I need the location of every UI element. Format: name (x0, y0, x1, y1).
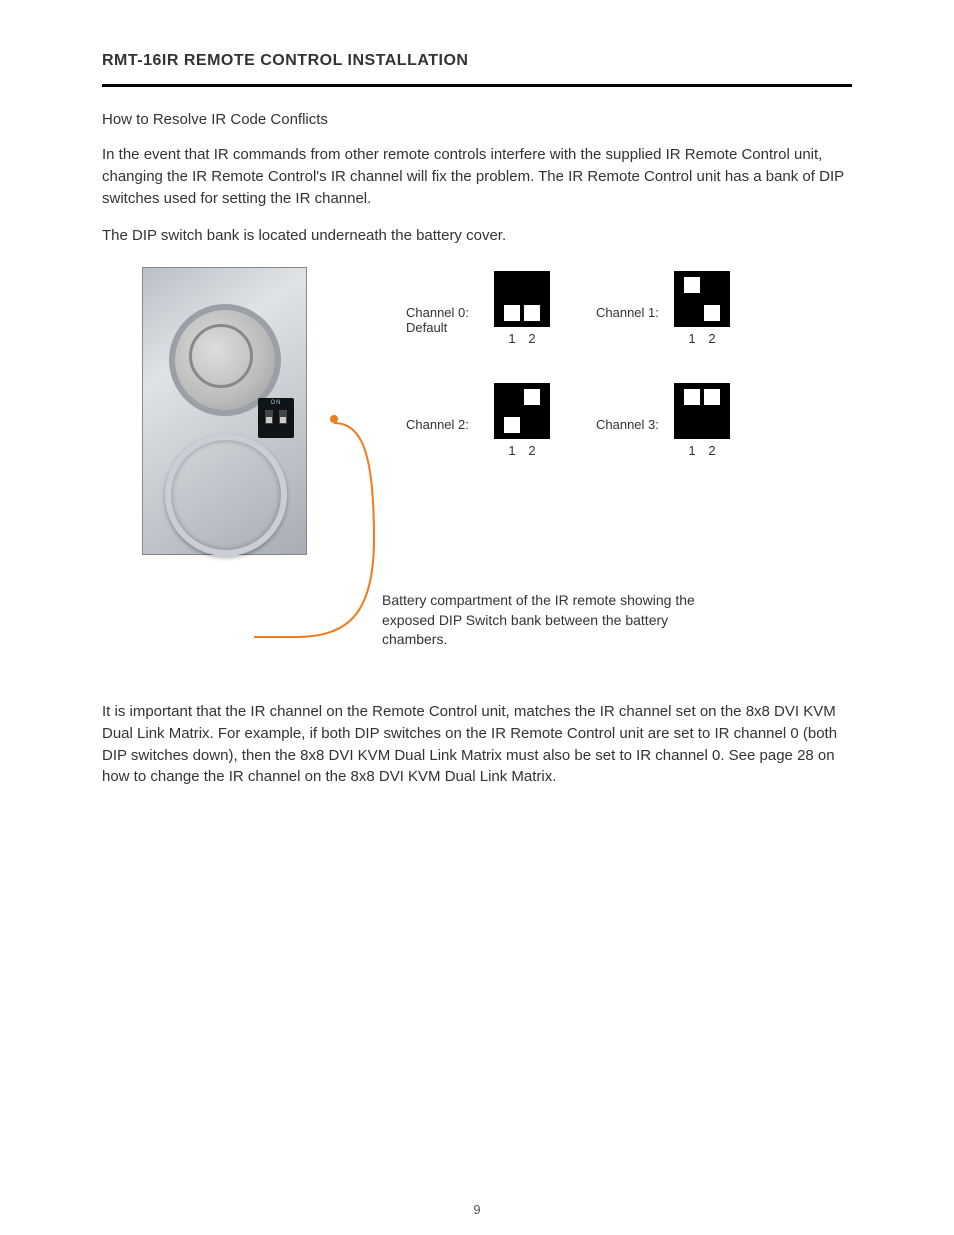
page-header-title: RMT-16IR REMOTE CONTROL INSTALLATION (102, 52, 852, 70)
header-rule (102, 84, 852, 87)
callout-dot-icon (330, 415, 338, 423)
channel-3-numbers: 12 (674, 443, 730, 458)
channel-2-label: Channel 2: (406, 417, 469, 432)
remote-battery-photo: ON (142, 267, 307, 555)
channel-3-dip-diagram (674, 383, 730, 439)
channel-2-numbers: 12 (494, 443, 550, 458)
channel-0-label: Channel 0: Default (406, 305, 469, 335)
battery-ring-icon (165, 434, 287, 556)
dip-switch-bank-icon: ON (258, 398, 294, 438)
paragraph-matching: It is important that the IR channel on t… (102, 701, 852, 788)
channel-0-numbers: 12 (494, 331, 550, 346)
channel-1-dip-diagram (674, 271, 730, 327)
channel-1-numbers: 12 (674, 331, 730, 346)
channel-1-label: Channel 1: (596, 305, 659, 320)
channel-0-dip-diagram (494, 271, 550, 327)
dip-switch-1-icon (265, 410, 273, 424)
dip-on-label: ON (258, 400, 294, 406)
page-number: 9 (0, 1202, 954, 1217)
channel-2-dip-diagram (494, 383, 550, 439)
section-subtitle: How to Resolve IR Code Conflicts (102, 111, 852, 128)
paragraph-intro: In the event that IR commands from other… (102, 144, 852, 209)
paragraph-location: The DIP switch bank is located underneat… (102, 225, 852, 247)
dip-switch-2-icon (279, 410, 287, 424)
figure-area: ON Channel 0: Default 12 Channel 1: 12 (102, 265, 852, 685)
document-page: RMT-16IR REMOTE CONTROL INSTALLATION How… (0, 0, 954, 1235)
figure-caption: Battery compartment of the IR remote sho… (382, 591, 712, 650)
channel-3-label: Channel 3: (596, 417, 659, 432)
